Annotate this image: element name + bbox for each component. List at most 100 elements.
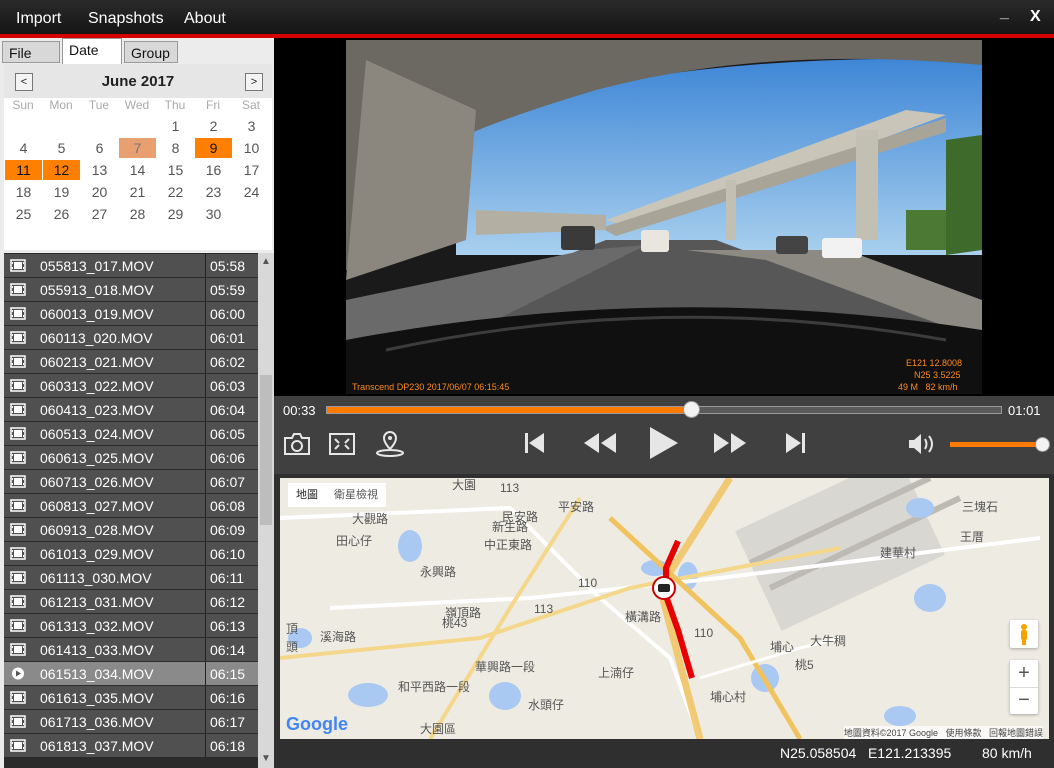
file-row[interactable]: 061513_034.MOV 06:15 [4, 662, 258, 685]
scroll-up-icon[interactable]: ▲ [258, 255, 274, 269]
menu-import[interactable]: Import [16, 10, 61, 28]
file-row[interactable]: 060713_026.MOV 06:07 [4, 470, 258, 493]
file-row[interactable]: 061713_036.MOV 06:17 [4, 710, 258, 733]
volume-slider[interactable] [950, 442, 1046, 447]
calendar-day[interactable]: 22 [157, 182, 194, 202]
film-icon [10, 427, 26, 440]
film-icon [10, 715, 26, 728]
file-row[interactable]: 061113_030.MOV 06:11 [4, 566, 258, 589]
file-row[interactable]: 060913_028.MOV 06:09 [4, 518, 258, 541]
calendar-day[interactable]: 3 [233, 116, 270, 136]
street-view-icon[interactable] [1010, 620, 1038, 648]
file-row[interactable]: 061213_031.MOV 06:12 [4, 590, 258, 613]
map-label: 桃43 [442, 616, 468, 630]
close-button[interactable]: X [1030, 8, 1041, 26]
calendar-day[interactable]: 1 [157, 116, 194, 136]
tab-date[interactable]: Date [62, 38, 122, 64]
tab-file[interactable]: File [2, 41, 60, 63]
zoom-controls: + − [1010, 660, 1038, 714]
file-time: 06:12 [210, 594, 246, 610]
fullscreen-icon[interactable] [328, 432, 356, 461]
camera-icon[interactable] [282, 432, 312, 461]
video-frame[interactable]: Transcend DP230 2017/06/07 06:15:45 E121… [346, 40, 982, 394]
rewind-icon[interactable] [582, 430, 618, 461]
file-row[interactable]: 061413_033.MOV 06:14 [4, 638, 258, 661]
map-label: 中正東路 [484, 538, 533, 552]
minimize-button[interactable]: _ [1000, 4, 1009, 22]
calendar-day[interactable]: 21 [119, 182, 156, 202]
file-name: 060913_028.MOV [40, 522, 154, 538]
fast-forward-icon[interactable] [712, 430, 748, 461]
play-circle-icon [12, 667, 24, 680]
calendar-day[interactable]: 15 [157, 160, 194, 180]
calendar-day[interactable]: 24 [233, 182, 270, 202]
zoom-out-button[interactable]: − [1010, 688, 1038, 714]
map-label: 永興路 [420, 565, 457, 579]
calendar-day[interactable]: 25 [5, 204, 42, 224]
file-list-scrollbar[interactable]: ▲ ▼ [258, 253, 274, 768]
calendar-day[interactable]: 14 [119, 160, 156, 180]
calendar-day[interactable]: 20 [81, 182, 118, 202]
file-row[interactable]: 060113_020.MOV 06:01 [4, 326, 258, 349]
play-icon[interactable] [646, 424, 680, 467]
file-row[interactable]: 060313_022.MOV 06:03 [4, 374, 258, 397]
calendar-day[interactable]: 19 [43, 182, 80, 202]
file-row[interactable]: 055813_017.MOV 05:58 [4, 254, 258, 277]
calendar-day[interactable]: 28 [119, 204, 156, 224]
map-attribution[interactable]: 地圖資料©2017 Google 使用條款 回報地圖錯誤 [843, 726, 1043, 739]
calendar-day[interactable]: 10 [233, 138, 270, 158]
file-row[interactable]: 055913_018.MOV 05:59 [4, 278, 258, 301]
volume-handle[interactable] [1035, 437, 1050, 452]
calendar-day[interactable]: 18 [5, 182, 42, 202]
seek-handle[interactable] [683, 401, 700, 418]
calendar-day[interactable]: 12 [43, 160, 80, 180]
film-icon [10, 571, 26, 584]
map-tab-satellite[interactable]: 衛星檢視 [326, 483, 386, 507]
zoom-in-button[interactable]: + [1010, 660, 1038, 688]
film-icon [10, 619, 26, 632]
calendar-day[interactable]: 11 [5, 160, 42, 180]
calendar-next-button[interactable]: > [245, 73, 263, 91]
film-icon [10, 403, 26, 416]
map-pin-icon[interactable] [374, 430, 406, 463]
seek-bar[interactable] [326, 406, 1002, 414]
calendar-day[interactable]: 9 [195, 138, 232, 158]
file-row[interactable]: 060813_027.MOV 06:08 [4, 494, 258, 517]
calendar-day[interactable]: 23 [195, 182, 232, 202]
file-row[interactable]: 060513_024.MOV 06:05 [4, 422, 258, 445]
scroll-thumb[interactable] [260, 375, 272, 525]
file-row[interactable]: 061013_029.MOV 06:10 [4, 542, 258, 565]
calendar-day[interactable]: 4 [5, 138, 42, 158]
calendar-day[interactable]: 6 [81, 138, 118, 158]
calendar-day[interactable]: 30 [195, 204, 232, 224]
skip-next-icon[interactable] [782, 430, 808, 461]
file-row[interactable]: 060413_023.MOV 06:04 [4, 398, 258, 421]
calendar-day[interactable]: 16 [195, 160, 232, 180]
volume-icon[interactable] [906, 432, 936, 461]
map-tab-map[interactable]: 地圖 [288, 483, 326, 507]
calendar-day[interactable]: 26 [43, 204, 80, 224]
menu-about[interactable]: About [184, 10, 226, 28]
calendar-day[interactable]: 5 [43, 138, 80, 158]
calendar-day[interactable]: 17 [233, 160, 270, 180]
file-row[interactable]: 061613_035.MOV 06:16 [4, 686, 258, 709]
menu-snapshots[interactable]: Snapshots [88, 10, 164, 28]
map-canvas [280, 478, 1041, 739]
column-divider [205, 326, 206, 349]
file-name: 060613_025.MOV [40, 450, 154, 466]
scroll-down-icon[interactable]: ▼ [258, 752, 274, 766]
calendar-day[interactable]: 27 [81, 204, 118, 224]
tab-group[interactable]: Group [124, 41, 178, 63]
file-row[interactable]: 061313_032.MOV 06:13 [4, 614, 258, 637]
file-row[interactable]: 060213_021.MOV 06:02 [4, 350, 258, 373]
calendar-day[interactable]: 29 [157, 204, 194, 224]
file-row[interactable]: 061813_037.MOV 06:18 [4, 734, 258, 757]
calendar-day[interactable]: 8 [157, 138, 194, 158]
calendar-day[interactable]: 7 [119, 138, 156, 158]
map-view[interactable]: 地圖 衛星檢視 大園 113 大觀路 民安路 平安路 三塊石 田心仔 新生路 中正東路 建華村 王厝… [280, 478, 1049, 739]
calendar-day[interactable]: 2 [195, 116, 232, 136]
file-row[interactable]: 060013_019.MOV 06:00 [4, 302, 258, 325]
skip-previous-icon[interactable] [522, 430, 548, 461]
calendar-day[interactable]: 13 [81, 160, 118, 180]
file-row[interactable]: 060613_025.MOV 06:06 [4, 446, 258, 469]
